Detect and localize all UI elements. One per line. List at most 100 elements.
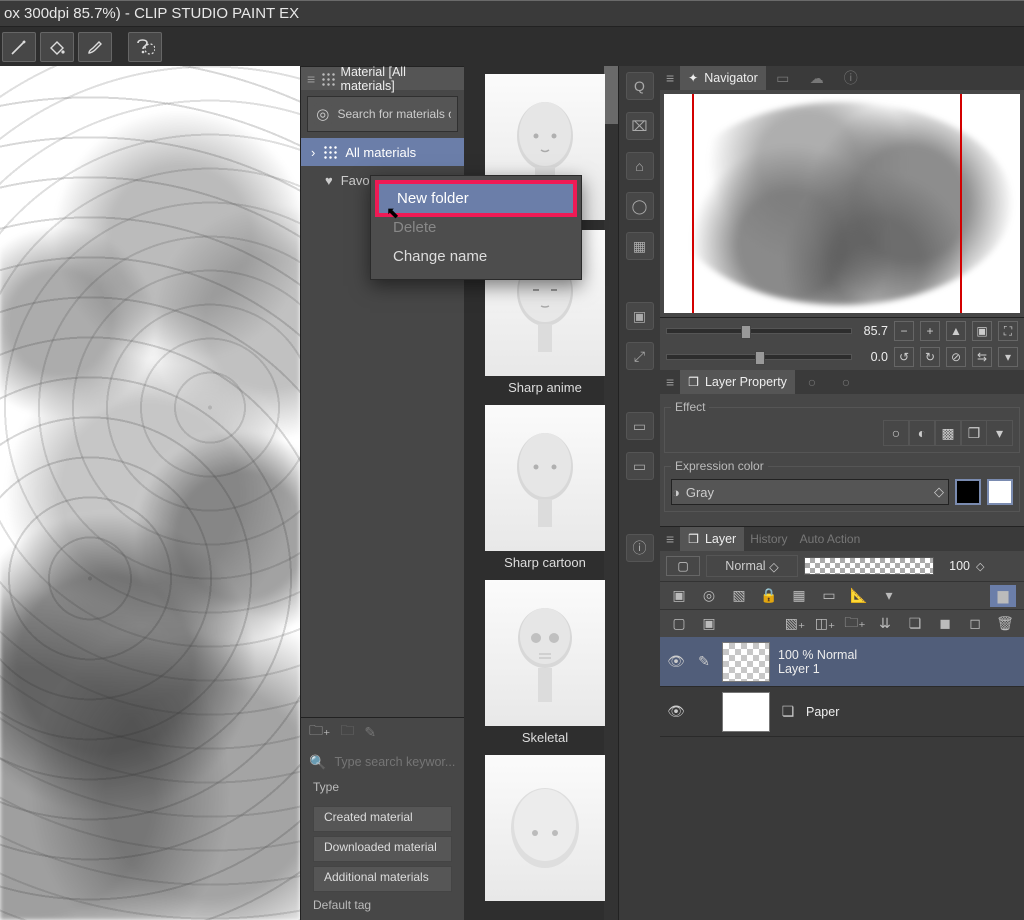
balloon-icon[interactable]: ◯ [626, 192, 654, 220]
mask-set-icon[interactable]: ▭ [818, 585, 840, 607]
enable-mask-icon[interactable]: ◻ [964, 613, 986, 635]
layer-row-paper[interactable]: 👁 ❏ Paper [660, 687, 1024, 737]
filter-created-button[interactable]: Created material [313, 806, 452, 832]
folder-add-icon[interactable]: 🗀₊ [309, 720, 330, 744]
pen-icon[interactable]: ✎ [694, 653, 714, 670]
material-assets-search[interactable]: ◎ Search for materials on AS [307, 96, 458, 132]
new-folder-icon[interactable]: 🗀₊ [844, 613, 866, 635]
fit-icon[interactable]: ▣ [972, 321, 992, 341]
tab-info[interactable]: ⓘ [834, 66, 868, 90]
tab-slot2[interactable]: ○ [829, 370, 863, 394]
quick-access-icon[interactable]: Q [626, 72, 654, 100]
animation-icon[interactable]: ▭ [626, 452, 654, 480]
thumb-label: Skeletal [522, 730, 568, 745]
navigator-preview[interactable] [664, 94, 1020, 313]
tab-auto-action[interactable]: Auto Action [794, 527, 867, 551]
ctx-delete[interactable]: Delete [375, 213, 577, 242]
rotate-value: 0.0 [858, 350, 888, 364]
tool-brush-icon[interactable] [78, 32, 112, 62]
rotate-ccw-button[interactable]: ↺ [894, 347, 914, 367]
apply-mask-icon[interactable]: ▣ [698, 613, 720, 635]
eye-icon[interactable]: 👁 [666, 653, 686, 670]
transfer-down-icon[interactable]: ⇊ [874, 613, 896, 635]
filter-additional-button[interactable]: Additional materials [313, 866, 452, 892]
assets-icon: ◎ [314, 103, 332, 125]
eye-icon[interactable]: 👁 [666, 703, 686, 720]
zoom-in-button[interactable]: + [920, 321, 940, 341]
layer-row-layer1[interactable]: 👁 ✎ 100 % Normal Layer 1 [660, 637, 1024, 687]
swatch-black[interactable] [955, 479, 981, 505]
filter-downloaded-button[interactable]: Downloaded material [313, 836, 452, 862]
new-vector-icon[interactable]: ◫₊ [814, 613, 836, 635]
tool-bucket-icon[interactable] [40, 32, 74, 62]
material-thumb[interactable] [485, 755, 605, 901]
subview-icon[interactable]: ▣ [626, 302, 654, 330]
navigator-panel: ≡ ✦ Navigator ▭ ☁ ⓘ [660, 66, 1024, 318]
tab-slot[interactable]: ○ [795, 370, 829, 394]
draft-icon[interactable]: ▧ [728, 585, 750, 607]
zoom-out-button[interactable]: − [894, 321, 914, 341]
delete-layer-icon[interactable]: 🗑 [994, 613, 1016, 635]
fullscreen-icon[interactable]: ⛶ [998, 321, 1018, 341]
effect-screen-icon[interactable]: ▩ [935, 420, 961, 446]
compass-icon: ✦ [688, 71, 698, 85]
color-label-icon[interactable]: ▾ [878, 585, 900, 607]
layer-color-button[interactable]: ▆ [990, 585, 1016, 607]
chevron-down-icon[interactable]: ▾ [987, 420, 1013, 446]
zoom-slider[interactable] [666, 328, 852, 334]
tool-help-icon[interactable] [128, 32, 162, 62]
reference-icon[interactable]: ◎ [698, 585, 720, 607]
swatch-white[interactable] [987, 479, 1013, 505]
flip-h-icon[interactable]: ⇆ [972, 347, 992, 367]
effect-tone-icon[interactable]: ◐ [909, 420, 935, 446]
folder-x-icon[interactable]: ⌧ [626, 112, 654, 140]
new-layer-icon[interactable]: ▧₊ [784, 613, 806, 635]
scrollbar[interactable] [604, 66, 618, 920]
edit-icon[interactable]: ✎ [364, 724, 376, 741]
material-thumb[interactable]: Sharp cartoon [485, 405, 605, 570]
tab-itemset[interactable]: ▭ [766, 66, 800, 90]
create-mask-icon[interactable]: ◼ [934, 613, 956, 635]
mask-icon[interactable]: ▢ [668, 613, 690, 635]
clip-icon[interactable]: ▣ [668, 585, 690, 607]
material-tree-all[interactable]: › All materials [301, 138, 464, 166]
flip-v-icon[interactable]: ▾ [998, 347, 1018, 367]
top-toolbar [0, 26, 1024, 66]
effect-border-icon[interactable]: ○ [883, 420, 909, 446]
lock-icon[interactable]: 🔒 [758, 585, 780, 607]
layer-name: Layer 1 [778, 662, 857, 676]
tool-wand-icon[interactable] [2, 32, 36, 62]
opacity-slider[interactable] [804, 557, 934, 575]
expression-color-select[interactable]: ◑ Gray ◇ [671, 479, 949, 505]
palette-color-icon[interactable]: ▢ [666, 556, 700, 576]
effect-layer-icon[interactable]: ❐ [961, 420, 987, 446]
effect-fieldset: Effect ○ ◐ ▩ ❐ ▾ [664, 400, 1020, 453]
title-bar: ox 300dpi 85.7%) - CLIP STUDIO PAINT EX [0, 0, 1024, 26]
folder-icon[interactable]: 🗀 [340, 720, 354, 744]
blend-mode-select[interactable]: Normal ◇ [706, 555, 798, 577]
ctx-new-folder[interactable]: New folder [375, 180, 577, 217]
tab-navigator[interactable]: ✦ Navigator [680, 66, 766, 90]
material-thumb[interactable]: Skeletal [485, 580, 605, 745]
material-keyword-search[interactable]: 🔍 ▴ [301, 746, 464, 778]
tab-layer-property[interactable]: ❒ Layer Property [680, 370, 795, 394]
merge-down-icon[interactable]: ❏ [904, 613, 926, 635]
zoom-up-icon[interactable]: ▲ [946, 321, 966, 341]
ctx-change-name[interactable]: Change name [375, 242, 577, 271]
ruler-icon[interactable]: 📐 [848, 585, 870, 607]
rotate-slider[interactable] [666, 354, 852, 360]
tab-subview[interactable]: ☁ [800, 66, 834, 90]
info-icon[interactable]: ⓘ [626, 534, 654, 562]
cube-icon: ❒ [688, 375, 699, 389]
reset-rotate-icon[interactable]: ⊘ [946, 347, 966, 367]
tab-history[interactable]: History [744, 527, 793, 551]
canvas-area[interactable] [0, 66, 300, 920]
tab-layers[interactable]: ❒ Layer [680, 527, 744, 551]
timeline-icon[interactable]: ▭ [626, 412, 654, 440]
folder-icon[interactable]: ▦ [626, 232, 654, 260]
lock-pixel-icon[interactable]: ▦ [788, 585, 810, 607]
expand-icon[interactable]: ⤢ [626, 342, 654, 370]
home-icon[interactable]: ⌂ [626, 152, 654, 180]
rotate-cw-button[interactable]: ↻ [920, 347, 940, 367]
material-panel-tab[interactable]: ≡ Material [All materials] [301, 66, 464, 90]
